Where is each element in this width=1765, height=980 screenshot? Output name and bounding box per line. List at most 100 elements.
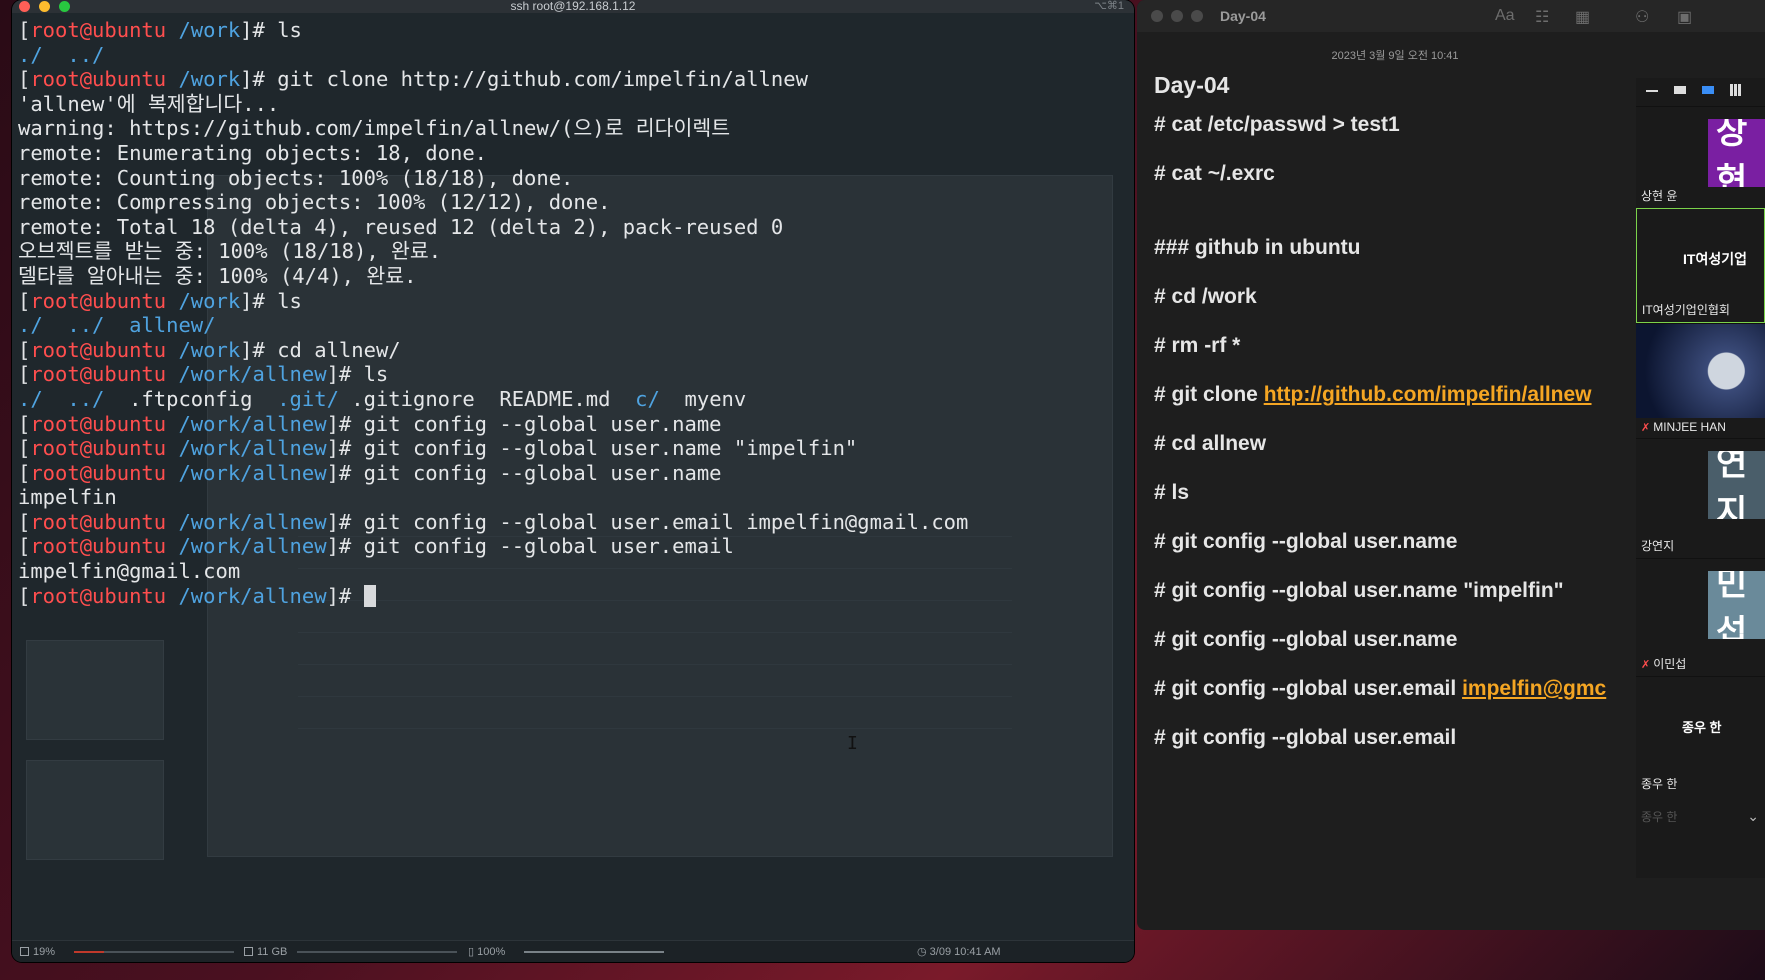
video-call-panel[interactable]: 상현 상현 윤 IT여성기업 IT여성기업인협회 ✗ MINJEE HAN 연지 강연지 민섭 ✗… [1636, 78, 1765, 878]
note-line[interactable]: # cat ~/.exrc [1154, 162, 1275, 186]
view-controls [1636, 78, 1765, 106]
prompt-path: /work/allnew [178, 362, 327, 387]
prompt-bracket: [ [18, 67, 31, 92]
mic-off-icon: ✗ [1641, 659, 1651, 671]
note-line[interactable]: # git config --global user.name "impelfi… [1154, 579, 1564, 603]
terminal-window[interactable]: ssh root@192.168.1.12 ⌥⌘1 [root@ubuntu /… [12, 0, 1134, 962]
note-line[interactable]: # git config --global user.name [1154, 530, 1457, 554]
command-line: [root@ubuntu /work/allnew]# git config -… [18, 412, 1128, 437]
note-line[interactable]: # cd /work [1154, 285, 1257, 309]
prompt-user: root@ubuntu [30, 534, 167, 559]
participant-tile[interactable]: ✗ MINJEE HAN [1636, 323, 1765, 438]
participant-name-text: 상현 윤 [1641, 189, 1678, 203]
note-line[interactable]: # git clone http://github.com/impelfin/a… [1154, 383, 1592, 407]
command-text: ls [363, 362, 389, 387]
output-text: ./ ../ [18, 313, 130, 338]
command-line: [root@ubuntu /work/allnew]# git config -… [18, 510, 1128, 535]
zoom-window-button[interactable] [1191, 10, 1203, 22]
participant-avatar: 종우 한 [1682, 720, 1722, 735]
battery-icon: ▯ [468, 946, 478, 958]
gallery-view-icon[interactable] [1730, 84, 1742, 96]
participant-name: 상현 윤 [1641, 187, 1677, 204]
collaborate-icon[interactable]: ⚇ [1635, 7, 1649, 27]
prompt-bracket: [ [18, 460, 31, 485]
prompt-symbol: ]# [326, 509, 364, 534]
note-line-text: ### github in ubuntu [1154, 236, 1361, 259]
note-line-text: # git config --global user.name "impelfi… [1154, 579, 1564, 602]
prompt-bracket: [ [18, 411, 31, 436]
chevron-down-icon[interactable]: ⌄ [1747, 808, 1759, 825]
note-line[interactable]: # cat /etc/passwd > test1 [1154, 113, 1400, 137]
strip-view-icon[interactable] [1702, 86, 1714, 94]
terminal-output[interactable]: [root@ubuntu /work]# ls ./ ../[root@ubunt… [18, 18, 1128, 608]
note-line[interactable]: # git config --global user.name [1154, 628, 1457, 652]
participant-name: 종우 한 [1641, 775, 1677, 792]
participant-tile[interactable]: 연지 강연지 [1636, 438, 1765, 558]
output-text: impelfin@gmail.com [18, 559, 241, 584]
command-line: [root@ubuntu /work/allnew]# git config -… [18, 534, 1128, 559]
note-line-text: # cd allnew [1154, 432, 1267, 455]
terminal-status-bar: 19% 11 GB ▯ 100% ◷ 3/09 10:41 AM [12, 940, 1134, 962]
prompt-symbol: ]# [240, 288, 278, 313]
terminal-cursor[interactable] [363, 584, 376, 607]
prompt-user: root@ubuntu [30, 337, 167, 362]
prompt-bracket: [ [18, 18, 31, 42]
output-line: impelfin@gmail.com [18, 559, 1128, 584]
output-text: c/ [635, 386, 660, 411]
note-line[interactable]: # cd allnew [1154, 432, 1266, 456]
prompt-symbol: ]# [240, 337, 278, 362]
note-heading[interactable]: Day-04 [1154, 72, 1229, 99]
output-line: warning: https://github.com/impelfin/all… [18, 116, 1128, 141]
clock-indicator: ◷ 3/09 10:41 AM [917, 946, 1001, 958]
format-text-icon[interactable]: Aa [1495, 7, 1515, 25]
terminal-shortcut: ⌥⌘1 [1094, 0, 1124, 12]
note-link[interactable]: impelfin@gmc [1462, 677, 1606, 700]
command-text: git config --global user.email impelfin@… [363, 509, 969, 534]
checklist-icon[interactable]: ☷ [1535, 7, 1549, 27]
minimize-window-button[interactable] [1171, 10, 1183, 22]
prompt-bracket: [ [18, 288, 31, 313]
media-icon[interactable]: ▣ [1677, 7, 1692, 27]
text-cursor-icon: I [847, 733, 858, 754]
output-text: impelfin [18, 485, 117, 510]
prompt-bracket: [ [18, 583, 31, 608]
close-window-button[interactable] [1151, 10, 1163, 22]
participant-video [1636, 324, 1765, 418]
output-line: ./ ../ .ftpconfig .git/ .gitignore READM… [18, 387, 1128, 412]
prompt-symbol: ]# [326, 583, 364, 608]
command-text: git clone http://github.com/impelfin/all… [277, 67, 808, 92]
note-line[interactable]: # ls [1154, 481, 1189, 505]
prompt-user: root@ubuntu [30, 18, 167, 42]
prompt-symbol: ]# [326, 362, 364, 387]
cpu-bar [74, 951, 234, 953]
prompt-path: /work [178, 337, 241, 362]
participant-tile[interactable]: 상현 상현 윤 [1636, 106, 1765, 208]
output-text: ./ ../ [18, 42, 105, 67]
note-line[interactable]: # git config --global user.email impelfi… [1154, 677, 1606, 701]
speaker-view-icon[interactable] [1674, 86, 1686, 94]
note-line[interactable]: ### github in ubuntu [1154, 236, 1360, 260]
memory-icon [244, 947, 253, 956]
minimize-icon[interactable] [1646, 90, 1658, 92]
table-icon[interactable]: ▦ [1575, 7, 1590, 27]
prompt-user: root@ubuntu [30, 460, 167, 485]
note-line-text: # git config --global user.email [1154, 726, 1457, 749]
participant-tile[interactable]: 민섭 ✗ 이민섭 [1636, 558, 1765, 676]
participant-tile[interactable]: IT여성기업 IT여성기업인협회 [1636, 208, 1765, 323]
command-line: [root@ubuntu /work]# ls [18, 289, 1128, 314]
note-line-text: # git config --global user.name [1154, 530, 1458, 553]
prompt-path: /work/allnew [178, 583, 327, 608]
participant-name: ✗ MINJEE HAN [1641, 420, 1726, 434]
participant-tile[interactable]: 종우 한 종우 한 [1636, 676, 1765, 796]
note-line[interactable]: # git config --global user.email [1154, 726, 1456, 750]
prompt-symbol: ]# [240, 67, 278, 92]
output-text: .git/ [277, 386, 339, 411]
output-line: remote: Compressing objects: 100% (12/12… [18, 190, 1128, 215]
note-line[interactable]: # rm -rf * [1154, 334, 1240, 358]
note-link[interactable]: http://github.com/impelfin/allnew [1264, 383, 1592, 406]
prompt-symbol: ]# [326, 411, 364, 436]
